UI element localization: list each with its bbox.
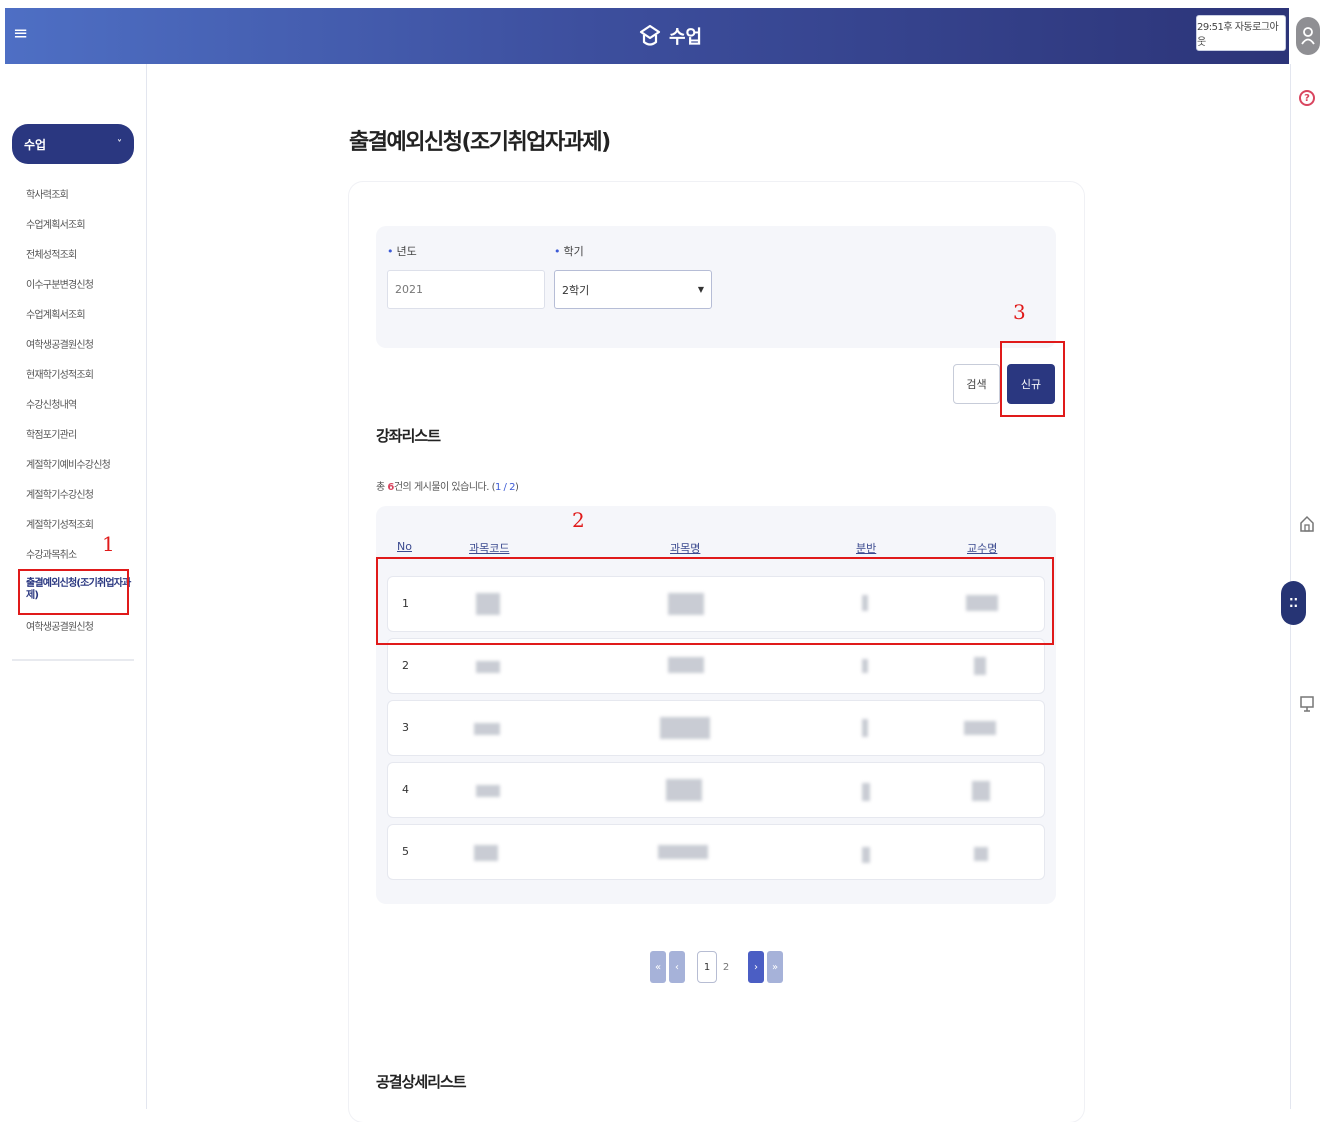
prev-page-button[interactable]: ‹ <box>669 951 685 983</box>
sidebar-item[interactable]: 계절학기수강신청 <box>26 486 136 516</box>
col-header-name: 과목명 <box>670 542 701 555</box>
last-page-button[interactable]: » <box>767 951 783 983</box>
course-list-title: 강좌리스트 <box>376 427 441 445</box>
redacted-cell <box>974 847 988 861</box>
sidebar-item[interactable]: 수강신청내역 <box>26 396 136 426</box>
row-number: 3 <box>402 721 409 734</box>
chevron-down-icon: ˅ <box>117 138 122 150</box>
page-button-current[interactable]: 1 <box>697 951 717 983</box>
sidebar-item[interactable]: 수업계획서조회 <box>26 216 136 246</box>
redacted-cell <box>660 717 710 739</box>
year-input[interactable]: 2021 <box>387 270 545 309</box>
col-header-code: 과목코드 <box>469 542 510 555</box>
annotation-box-1 <box>18 569 129 615</box>
redacted-cell <box>862 847 870 863</box>
redacted-cell <box>862 719 868 737</box>
col-header-no: No <box>397 540 412 553</box>
right-rail <box>1289 0 1323 1109</box>
sidebar-item[interactable]: 여학생공결원신청 <box>26 618 136 648</box>
redacted-cell <box>862 783 870 801</box>
first-page-button[interactable]: « <box>650 951 666 983</box>
sidebar-item[interactable]: 여학생공결원신청 <box>26 336 136 366</box>
count-page: 1 / 2 <box>495 482 515 493</box>
result-count: 총 6건의 게시물이 있습니다. (1 / 2) <box>376 482 519 493</box>
sidebar-item[interactable]: 학점포기관리 <box>26 426 136 456</box>
row-number: 5 <box>402 845 409 858</box>
row-number: 4 <box>402 783 409 796</box>
caret-down-icon: ▼ <box>697 285 704 294</box>
term-label-text: 학기 <box>563 245 584 258</box>
col-header-section: 분반 <box>856 542 877 555</box>
menu-category-label: 수업 <box>24 137 47 152</box>
row-number: 2 <box>402 659 409 672</box>
sidebar-item[interactable]: 전체성적조회 <box>26 246 136 276</box>
table-row[interactable]: 3 <box>387 700 1045 756</box>
redacted-cell <box>972 781 990 801</box>
help-icon[interactable]: ? <box>1299 90 1315 106</box>
col-header-professor: 교수명 <box>967 542 998 555</box>
term-label: • 학기 <box>554 245 584 258</box>
redacted-cell <box>658 845 708 859</box>
annotation-number-3: 3 <box>1013 300 1026 324</box>
page-button[interactable]: 2 <box>720 952 732 982</box>
redacted-cell <box>666 779 702 801</box>
redacted-cell <box>474 723 500 735</box>
count-suffix: 건의 게시물이 있습니다. <box>393 482 490 493</box>
redacted-cell <box>668 657 704 673</box>
monitor-icon[interactable] <box>1299 693 1315 713</box>
page-title: 출결예외신청(조기취업자과제) <box>349 130 611 155</box>
app-title: 수업 <box>669 27 703 48</box>
top-header: ≡ 수업 29:51후 자동로그아웃 <box>5 8 1289 64</box>
sidebar-item[interactable]: 학사력조회 <box>26 186 136 216</box>
table-row[interactable]: 5 <box>387 824 1045 880</box>
home-icon[interactable] <box>1298 514 1316 534</box>
redacted-cell <box>476 785 500 797</box>
sidebar-divider <box>12 659 134 661</box>
annotation-box-3 <box>1000 341 1065 417</box>
sidebar-item[interactable]: 이수구분변경신청 <box>26 276 136 306</box>
annotation-box-2 <box>376 557 1054 645</box>
app-brand[interactable]: 수업 <box>637 19 702 53</box>
auto-logout-timer[interactable]: 29:51후 자동로그아웃 <box>1196 15 1286 51</box>
table-row[interactable]: 4 <box>387 762 1045 818</box>
sidebar-item[interactable]: 계절학기예비수강신청 <box>26 456 136 486</box>
sidebar-item[interactable]: 수업계획서조회 <box>26 306 136 336</box>
graduation-cap-icon <box>637 23 663 49</box>
redacted-cell <box>474 845 498 861</box>
user-avatar-icon[interactable] <box>1296 17 1320 55</box>
detail-list-title: 공결상세리스트 <box>376 1073 467 1091</box>
redacted-cell <box>964 721 996 735</box>
hamburger-menu-icon[interactable]: ≡ <box>13 23 28 45</box>
year-label-text: 년도 <box>396 245 417 258</box>
sidebar-item[interactable]: 계절학기성적조회 <box>26 516 136 546</box>
redacted-cell <box>476 661 500 673</box>
pagination: « ‹ 1 2 › » <box>650 951 783 983</box>
redacted-cell <box>862 659 868 673</box>
next-page-button[interactable]: › <box>748 951 764 983</box>
term-select[interactable]: 2학기 ▼ <box>554 270 712 309</box>
search-button[interactable]: 검색 <box>953 364 1000 404</box>
quick-menu-icon[interactable]: ⁚⁚ <box>1281 581 1306 625</box>
year-label: • 년도 <box>387 245 417 258</box>
term-select-value: 2학기 <box>562 283 590 297</box>
table-row[interactable]: 2 <box>387 638 1045 694</box>
annotation-number-1: 1 <box>102 532 115 556</box>
annotation-number-2: 2 <box>572 508 585 532</box>
count-prefix: 총 <box>376 482 385 493</box>
sidebar-item[interactable]: 현재학기성적조회 <box>26 366 136 396</box>
redacted-cell <box>974 657 986 675</box>
menu-category-select[interactable]: 수업 ˅ <box>12 124 134 164</box>
